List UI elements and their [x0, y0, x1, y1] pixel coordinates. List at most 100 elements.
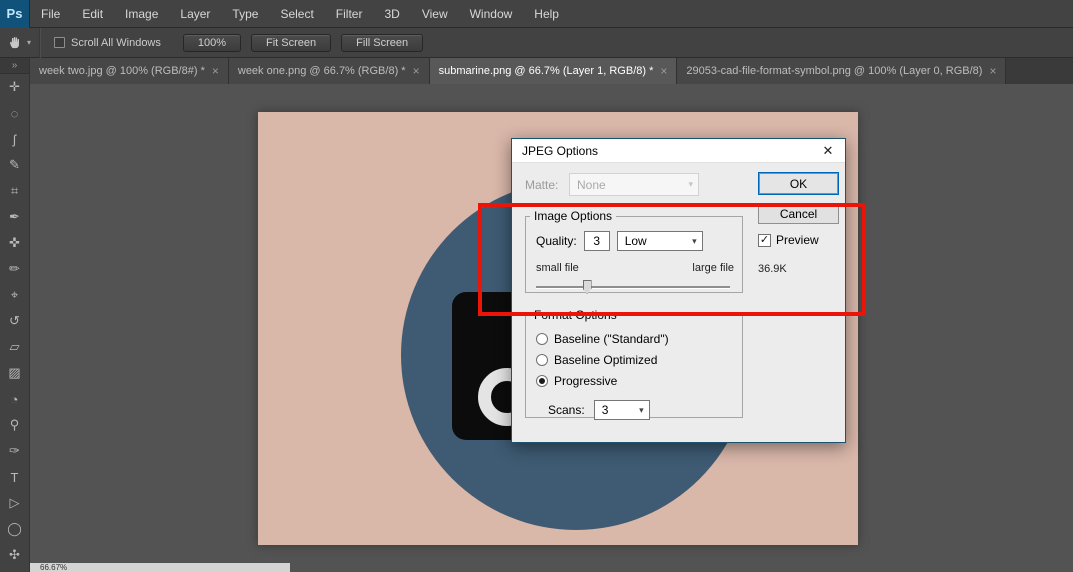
- matte-select: None ▾: [569, 173, 699, 196]
- menu-edit[interactable]: Edit: [71, 0, 114, 28]
- gradient-tool[interactable]: ▨: [2, 360, 28, 386]
- menu-bar: Ps File Edit Image Layer Type Select Fil…: [0, 0, 1073, 28]
- menu-view[interactable]: View: [411, 0, 459, 28]
- preview-checkbox[interactable]: ✓ Preview: [758, 233, 819, 247]
- menu-window[interactable]: Window: [459, 0, 524, 28]
- menu-image[interactable]: Image: [114, 0, 169, 28]
- radio-baseline-standard[interactable]: Baseline ("Standard"): [536, 332, 669, 346]
- dialog-title: JPEG Options: [522, 143, 599, 158]
- scroll-all-windows-label: Scroll All Windows: [71, 36, 161, 49]
- scroll-all-windows-checkbox[interactable]: Scroll All Windows: [54, 37, 161, 49]
- pen-tool[interactable]: ✑: [2, 438, 28, 464]
- radio-progressive[interactable]: Progressive: [536, 374, 617, 388]
- eyedropper-tool[interactable]: ✒: [2, 204, 28, 230]
- document-tabs: week two.jpg @ 100% (RGB/8#) * × week on…: [30, 58, 1073, 84]
- radio-label: Baseline Optimized: [554, 353, 658, 367]
- dialog-body: Matte: None ▾ OK Cancel Image Options Qu…: [512, 163, 845, 443]
- dialog-titlebar[interactable]: JPEG Options ✕: [512, 139, 845, 163]
- chevron-down-icon: ▾: [692, 235, 697, 246]
- crop-tool[interactable]: ⌗: [2, 178, 28, 204]
- slider-caption-row: small file large file: [536, 262, 734, 274]
- quality-slider[interactable]: [536, 279, 730, 294]
- path-selection-tool[interactable]: ▷: [2, 490, 28, 516]
- radio-icon: [536, 375, 548, 387]
- close-icon[interactable]: ✕: [817, 143, 839, 159]
- chevron-down-icon: ▾: [27, 38, 32, 47]
- brush-tool[interactable]: ✏: [2, 256, 28, 282]
- scans-value: 3: [601, 403, 609, 417]
- menu-help[interactable]: Help: [523, 0, 570, 28]
- type-tool[interactable]: T: [2, 464, 28, 490]
- zoom-100-button[interactable]: 100%: [182, 33, 242, 52]
- document-status-bar: 66.67%: [30, 563, 290, 572]
- collapse-panel-icon[interactable]: »: [0, 58, 29, 74]
- slider-thumb[interactable]: [582, 280, 592, 294]
- scans-select[interactable]: 3 ▾: [593, 400, 650, 420]
- radio-baseline-optimized[interactable]: Baseline Optimized: [536, 353, 657, 367]
- slider-track: [536, 286, 730, 288]
- quick-selection-tool[interactable]: ✎: [2, 152, 28, 178]
- hand-icon: [10, 37, 19, 49]
- preview-label: Preview: [776, 233, 819, 247]
- radio-icon: [536, 333, 548, 345]
- options-bar: ▾ Scroll All Windows 100% Fit Screen Fil…: [0, 27, 1073, 58]
- quality-preset-select[interactable]: Low ▾: [616, 231, 703, 251]
- format-options-group: Format Options Baseline ("Standard") Bas…: [525, 308, 743, 420]
- menu-select[interactable]: Select: [269, 0, 324, 28]
- dodge-tool[interactable]: ⚲: [2, 412, 28, 438]
- tab-label: week two.jpg @ 100% (RGB/8#) *: [39, 65, 205, 77]
- quality-preset-value: Low: [624, 234, 647, 248]
- large-file-label: large file: [692, 262, 734, 274]
- scans-row: Scans: 3 ▾: [548, 400, 650, 420]
- tab-week-two[interactable]: week two.jpg @ 100% (RGB/8#) * ×: [30, 58, 229, 84]
- menu-type[interactable]: Type: [221, 0, 269, 28]
- marquee-tool[interactable]: ◌: [2, 100, 28, 126]
- ok-button[interactable]: OK: [758, 172, 839, 195]
- menu-layer[interactable]: Layer: [169, 0, 221, 28]
- close-icon[interactable]: ×: [989, 64, 996, 78]
- format-options-legend: Format Options: [534, 308, 617, 322]
- fit-screen-button[interactable]: Fit Screen: [251, 33, 332, 52]
- history-brush-tool[interactable]: ↺: [2, 308, 28, 334]
- blur-tool[interactable]: ◔: [2, 386, 28, 412]
- lasso-tool[interactable]: ʃ: [2, 126, 28, 152]
- quality-label: Quality:: [536, 234, 577, 248]
- tab-label: week one.png @ 66.7% (RGB/8) *: [237, 65, 406, 77]
- tab-cad-file-format-symbol[interactable]: 29053-cad-file-format-symbol.png @ 100% …: [677, 58, 1007, 84]
- small-file-label: small file: [536, 262, 579, 274]
- eraser-tool[interactable]: ▱: [2, 334, 28, 360]
- chevron-down-icon: ▾: [688, 179, 693, 189]
- check-icon: ✓: [759, 233, 770, 246]
- tab-label: submarine.png @ 66.7% (Layer 1, RGB/8) *: [438, 65, 654, 77]
- photoshop-logo: Ps: [0, 0, 30, 28]
- matte-value: None: [577, 177, 606, 192]
- tab-label: 29053-cad-file-format-symbol.png @ 100% …: [686, 65, 983, 77]
- tab-week-one[interactable]: week one.png @ 66.7% (RGB/8) * ×: [228, 58, 430, 84]
- cancel-button[interactable]: Cancel: [758, 203, 839, 224]
- ellipse-tool[interactable]: ◯: [2, 516, 28, 542]
- close-icon[interactable]: ×: [660, 64, 667, 78]
- file-size: 36.9K: [758, 263, 787, 275]
- clone-stamp-tool[interactable]: ⌖: [2, 282, 28, 308]
- checkbox-box-icon: ✓: [758, 233, 771, 247]
- radio-label: Baseline ("Standard"): [554, 332, 669, 346]
- menu-filter[interactable]: Filter: [325, 0, 374, 28]
- move-tool[interactable]: ✛: [2, 74, 28, 100]
- checkbox-box-icon: [54, 37, 66, 48]
- image-options-legend: Image Options: [534, 209, 613, 223]
- menu-file[interactable]: File: [30, 0, 71, 28]
- hand-tool[interactable]: ✣: [2, 542, 28, 568]
- image-options-group: Image Options Quality: Low ▾ small file …: [525, 209, 743, 294]
- tab-submarine[interactable]: submarine.png @ 66.7% (Layer 1, RGB/8) *…: [429, 58, 678, 84]
- quality-input[interactable]: [583, 231, 610, 251]
- menu-3d[interactable]: 3D: [373, 0, 410, 28]
- scans-label: Scans:: [548, 403, 585, 417]
- fill-screen-button[interactable]: Fill Screen: [341, 33, 424, 52]
- close-icon[interactable]: ×: [413, 64, 420, 78]
- spot-healing-tool[interactable]: ✜: [2, 230, 28, 256]
- zoom-level: 66.67%: [40, 563, 68, 572]
- photoshop-window: Ps File Edit Image Layer Type Select Fil…: [0, 0, 1073, 572]
- hand-tool-preset[interactable]: ▾: [0, 27, 41, 58]
- close-icon[interactable]: ×: [212, 64, 219, 78]
- radio-icon: [536, 354, 548, 366]
